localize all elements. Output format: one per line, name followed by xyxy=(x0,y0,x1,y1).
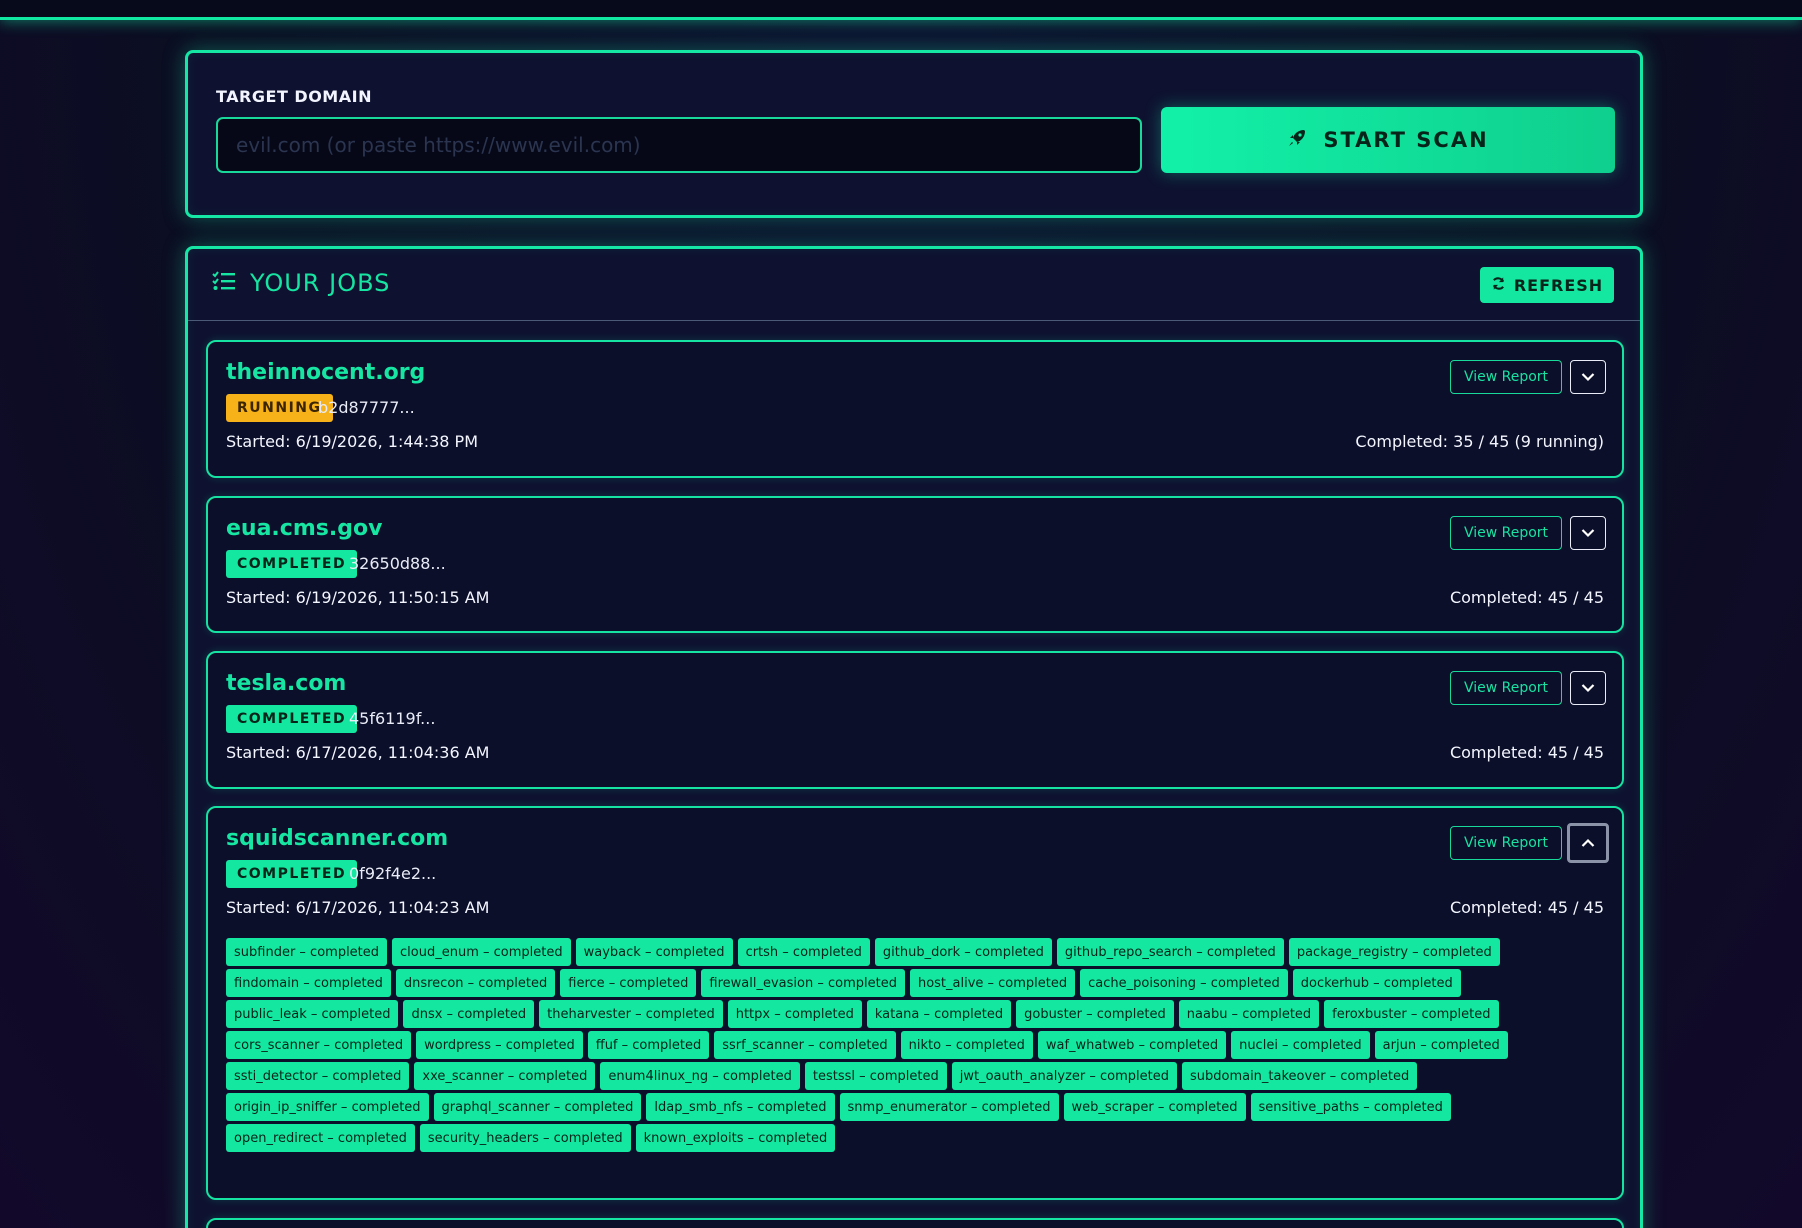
tool-status-chip: snmp_enumerator – completed xyxy=(839,1093,1059,1121)
rocket-icon xyxy=(1287,128,1307,153)
tool-status-chip: firewall_evasion – completed xyxy=(701,969,905,997)
tool-status-chip: graphql_scanner – completed xyxy=(433,1093,642,1121)
job-started: Started: 6/19/2026, 1:44:38 PM xyxy=(226,432,478,451)
view-report-button[interactable]: View Report xyxy=(1450,826,1562,860)
list-check-icon xyxy=(212,269,236,297)
job-progress: Completed: 35 / 45 (9 running) xyxy=(1355,432,1604,451)
expand-toggle-button[interactable] xyxy=(1570,516,1606,550)
job-id: b2d87777... xyxy=(318,398,415,417)
refresh-button[interactable]: REFRESH xyxy=(1480,267,1614,303)
job-id: 45f6119f... xyxy=(349,709,436,728)
view-report-button[interactable]: View Report xyxy=(1450,516,1562,550)
target-domain-label: TARGET DOMAIN xyxy=(216,87,372,106)
start-scan-button[interactable]: START SCAN xyxy=(1161,107,1615,173)
tool-status-chip: xxe_scanner – completed xyxy=(414,1062,596,1090)
view-report-button[interactable]: View Report xyxy=(1450,360,1562,394)
tool-status-chip: nikto – completed xyxy=(900,1031,1033,1059)
tool-status-chip: public_leak – completed xyxy=(226,1000,399,1028)
tool-status-chip: known_exploits – completed xyxy=(635,1124,836,1152)
job-card xyxy=(206,1218,1624,1228)
job-domain[interactable]: tesla.com xyxy=(226,671,346,696)
job-started: Started: 6/17/2026, 11:04:23 AM xyxy=(226,898,490,917)
tool-status-chip: dockerhub – completed xyxy=(1292,969,1461,997)
job-card: tesla.com COMPLETED 45f6119f... Started:… xyxy=(206,651,1624,789)
chevron-down-icon xyxy=(1581,526,1595,541)
job-progress: Completed: 45 / 45 xyxy=(1449,898,1604,917)
collapse-toggle-button[interactable] xyxy=(1567,823,1609,863)
tool-status-chip: nuclei – completed xyxy=(1231,1031,1370,1059)
job-card: theinnocent.org RUNNING b2d87777... Star… xyxy=(206,340,1624,478)
tool-status-chip: ldap_smb_nfs – completed xyxy=(646,1093,835,1121)
status-badge: COMPLETED xyxy=(226,860,358,888)
tool-status-chip: host_alive – completed xyxy=(909,969,1076,997)
scan-panel: TARGET DOMAIN START SCAN xyxy=(185,50,1643,218)
tool-status-chip: fierce – completed xyxy=(560,969,697,997)
job-card-expanded: squidscanner.com COMPLETED 0f92f4e2... S… xyxy=(206,806,1624,1200)
job-started: Started: 6/17/2026, 11:04:36 AM xyxy=(226,743,490,762)
tool-status-chip: theharvester – completed xyxy=(539,1000,723,1028)
tool-status-chip: ffuf – completed xyxy=(587,1031,710,1059)
job-id: 0f92f4e2... xyxy=(349,864,437,883)
tool-status-chip: httpx – completed xyxy=(727,1000,862,1028)
jobs-title: YOUR JOBS xyxy=(212,269,390,297)
tool-status-chip: github_dork – completed xyxy=(874,938,1052,966)
tool-status-chip: subdomain_takeover – completed xyxy=(1181,1062,1418,1090)
tool-status-list: subfinder – completed cloud_enum – comple… xyxy=(226,938,1586,1152)
tool-status-chip: web_scraper – completed xyxy=(1063,1093,1246,1121)
job-domain[interactable]: eua.cms.gov xyxy=(226,516,382,541)
job-domain[interactable]: squidscanner.com xyxy=(226,826,448,851)
status-badge: RUNNING xyxy=(226,394,333,422)
tool-status-chip: enum4linux_ng – completed xyxy=(600,1062,800,1090)
tool-status-chip: feroxbuster – completed xyxy=(1324,1000,1499,1028)
jobs-header: YOUR JOBS REFRESH xyxy=(188,249,1640,321)
tool-status-chip: ssti_detector – completed xyxy=(226,1062,410,1090)
chevron-down-icon xyxy=(1581,681,1595,696)
job-progress: Completed: 45 / 45 xyxy=(1449,588,1604,607)
tool-status-chip: dnsrecon – completed xyxy=(395,969,556,997)
tool-status-chip: cors_scanner – completed xyxy=(226,1031,412,1059)
tool-status-chip: ssrf_scanner – completed xyxy=(714,1031,896,1059)
job-progress: Completed: 45 / 45 xyxy=(1449,743,1604,762)
tool-status-chip: dnsx – completed xyxy=(403,1000,535,1028)
job-started: Started: 6/19/2026, 11:50:15 AM xyxy=(226,588,490,607)
tool-status-chip: testssl – completed xyxy=(804,1062,947,1090)
start-scan-label: START SCAN xyxy=(1323,128,1489,152)
refresh-label: REFRESH xyxy=(1513,275,1604,295)
status-badge: COMPLETED xyxy=(226,705,358,733)
view-report-button[interactable]: View Report xyxy=(1450,671,1562,705)
tool-status-chip: gobuster – completed xyxy=(1016,1000,1174,1028)
tool-status-chip: wordpress – completed xyxy=(416,1031,583,1059)
tool-status-chip: arjun – completed xyxy=(1374,1031,1508,1059)
top-bar xyxy=(0,0,1802,20)
tool-status-chip: wayback – completed xyxy=(575,938,733,966)
job-card: eua.cms.gov COMPLETED 32650d88... Starte… xyxy=(206,496,1624,633)
tool-status-chip: crtsh – completed xyxy=(737,938,870,966)
tool-status-chip: security_headers – completed xyxy=(419,1124,631,1152)
refresh-icon xyxy=(1491,276,1506,295)
tool-status-chip: naabu – completed xyxy=(1178,1000,1320,1028)
tool-status-chip: cloud_enum – completed xyxy=(392,938,571,966)
target-domain-input[interactable] xyxy=(216,117,1142,173)
jobs-title-text: YOUR JOBS xyxy=(250,269,391,297)
tool-status-chip: github_repo_search – completed xyxy=(1056,938,1284,966)
tool-status-chip: subfinder – completed xyxy=(226,938,388,966)
tool-status-chip: cache_poisoning – completed xyxy=(1080,969,1288,997)
tool-status-chip: findomain – completed xyxy=(226,969,391,997)
chevron-down-icon xyxy=(1581,370,1595,385)
job-id: 32650d88... xyxy=(349,554,446,573)
jobs-panel: YOUR JOBS REFRESH theinnocent.org RUNNIN… xyxy=(185,246,1643,1228)
tool-status-chip: waf_whatweb – completed xyxy=(1037,1031,1227,1059)
tool-status-chip: origin_ip_sniffer – completed xyxy=(226,1093,429,1121)
job-domain[interactable]: theinnocent.org xyxy=(226,360,425,385)
chevron-up-icon xyxy=(1581,836,1595,851)
status-badge: COMPLETED xyxy=(226,550,358,578)
tool-status-chip: jwt_oauth_analyzer – completed xyxy=(951,1062,1177,1090)
expand-toggle-button[interactable] xyxy=(1570,360,1606,394)
tool-status-chip: package_registry – completed xyxy=(1288,938,1500,966)
expand-toggle-button[interactable] xyxy=(1570,671,1606,705)
tool-status-chip: katana – completed xyxy=(866,1000,1012,1028)
tool-status-chip: sensitive_paths – completed xyxy=(1250,1093,1451,1121)
tool-status-chip: open_redirect – completed xyxy=(226,1124,415,1152)
